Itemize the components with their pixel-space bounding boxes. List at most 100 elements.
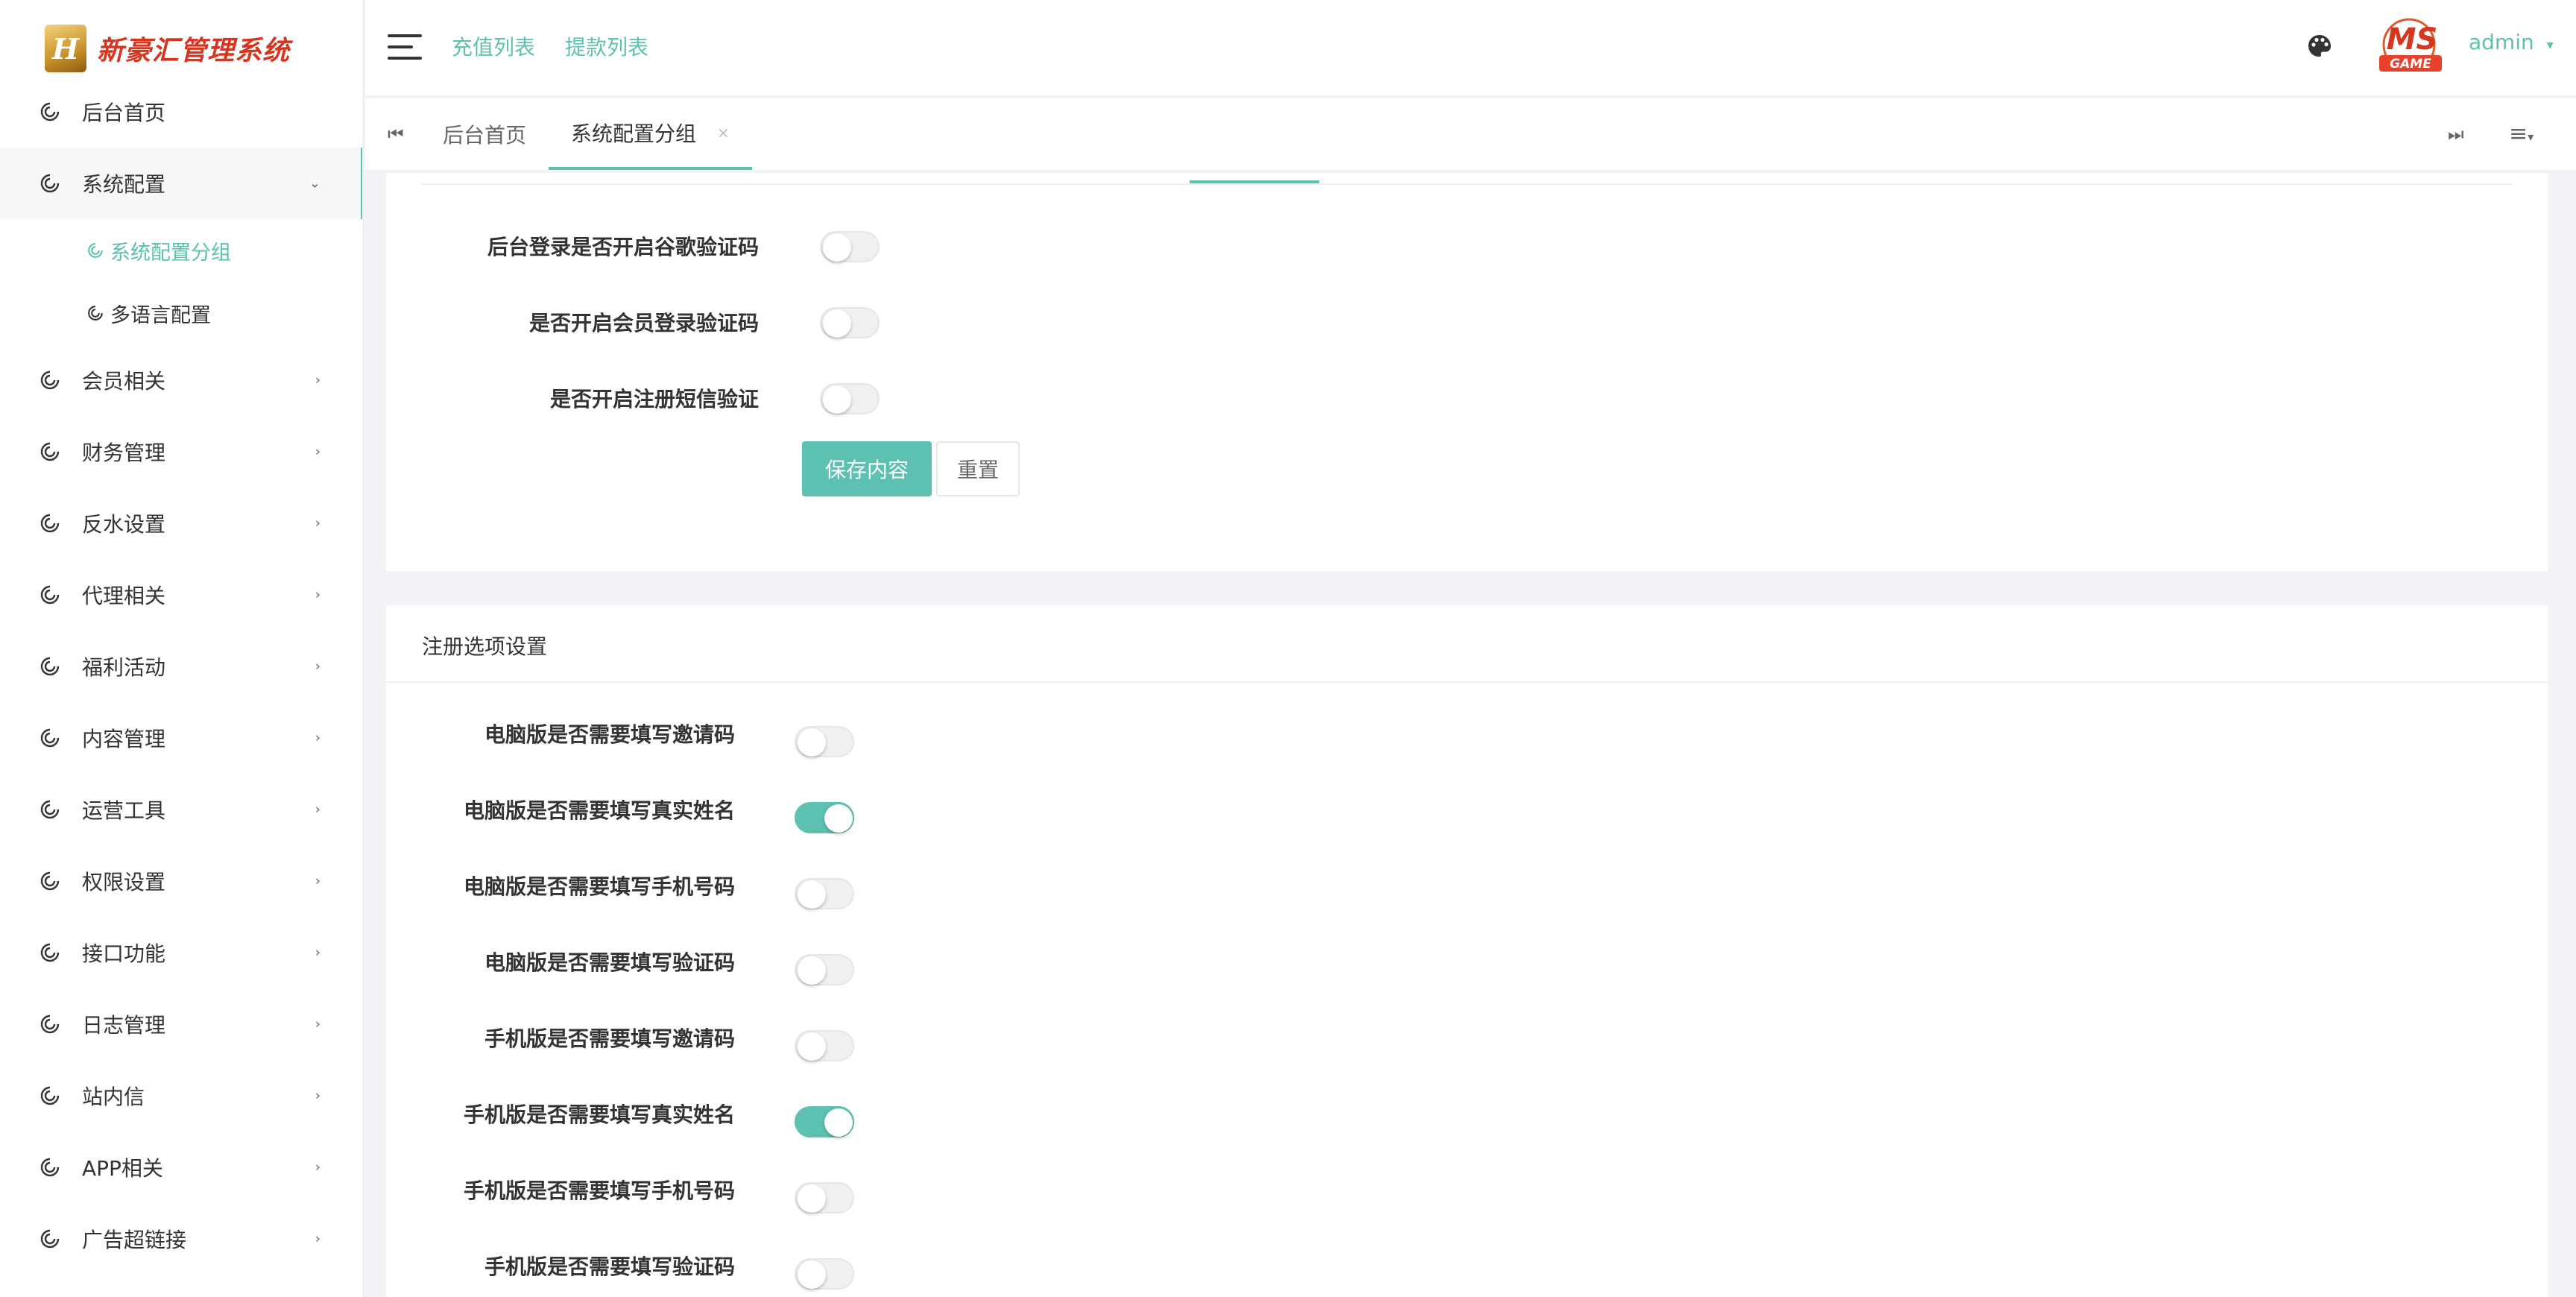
tab-home[interactable]: 后台首页 (443, 98, 526, 170)
active-subtab-indicator (1190, 180, 1319, 183)
sidebar-item-label: 福利活动 (82, 655, 166, 680)
form-row-mobile-invite: 手机版是否需要填写邀请码 (0, 1012, 735, 1057)
loading-circle-icon (40, 174, 60, 193)
form-row-mobile-captcha: 手机版是否需要填写验证码 (0, 1240, 735, 1285)
loading-circle-icon (40, 514, 60, 533)
toggle-knob (798, 1184, 826, 1213)
field-label: 电脑版是否需要填写验证码 (484, 950, 735, 975)
toggle-knob (823, 309, 851, 338)
sidebar-item-rebate[interactable]: 反水设置 › (0, 487, 362, 559)
field-label: 是否开启注册短信验证 (549, 387, 759, 411)
loading-circle-icon (40, 442, 60, 461)
chevron-down-icon: ⌄ (309, 175, 321, 192)
sidebar-item-promotions[interactable]: 福利活动 › (0, 631, 362, 702)
recharge-list-link[interactable]: 充值列表 (452, 31, 535, 61)
section-title: 注册选项设置 (422, 634, 548, 659)
form-row-mobile-realname: 手机版是否需要填写真实姓名 (0, 1088, 735, 1133)
pc-phone-toggle[interactable] (795, 878, 854, 909)
sms-verify-toggle[interactable] (820, 383, 880, 414)
google-auth-toggle[interactable] (820, 231, 880, 262)
chevron-right-icon: › (315, 444, 321, 460)
field-label: 手机版是否需要填写手机号码 (463, 1178, 735, 1203)
logo-mark-icon: H (45, 25, 86, 72)
sidebar-subitem-config-group[interactable]: 系统配置分组 (0, 219, 362, 282)
app-title: 新豪汇管理系统 (97, 36, 291, 66)
form-row-mobile-phone: 手机版是否需要填写手机号码 (0, 1164, 735, 1209)
form-row-pc-invite: 电脑版是否需要填写邀请码 (0, 708, 735, 753)
mobile-phone-toggle[interactable] (795, 1182, 854, 1214)
menu-toggle-icon[interactable] (388, 34, 422, 61)
app-logo[interactable]: H 新豪汇管理系统 (45, 19, 290, 78)
toggle-knob (798, 956, 826, 985)
sidebar-item-finance[interactable]: 财务管理 › (0, 416, 362, 487)
mobile-captcha-toggle[interactable] (795, 1258, 854, 1290)
field-label: 后台登录是否开启谷歌验证码 (487, 235, 759, 259)
mobile-realname-toggle[interactable] (795, 1106, 854, 1137)
sidebar-subitem-label: 系统配置分组 (110, 241, 231, 265)
field-label: 电脑版是否需要填写真实姓名 (463, 798, 735, 823)
sidebar-subitem-language[interactable]: 多语言配置 (0, 282, 362, 344)
chevron-right-icon: › (315, 515, 321, 531)
field-label: 是否开启会员登录验证码 (528, 311, 759, 335)
form-row-pc-realname: 电脑版是否需要填写真实姓名 (0, 784, 735, 829)
sidebar-item-label: 反水设置 (82, 512, 166, 537)
loading-circle-icon (40, 585, 60, 605)
username: admin (2469, 30, 2534, 54)
sidebar-item-label: 代理相关 (82, 584, 166, 608)
user-menu[interactable]: admin ▾ (2469, 30, 2554, 54)
form-row-pc-phone: 电脑版是否需要填写手机号码 (0, 860, 735, 905)
tab-scroll-left-icon[interactable]: ⏮ (388, 124, 404, 145)
form-row-google-auth: 后台登录是否开启谷歌验证码 (386, 221, 759, 265)
toggle-knob (824, 1108, 853, 1137)
chevron-right-icon: › (315, 658, 321, 675)
pc-captcha-toggle[interactable] (795, 954, 854, 985)
toggle-knob (824, 804, 853, 833)
toggle-knob (798, 880, 826, 909)
config-card-login: 后台登录是否开启谷歌验证码 是否开启会员登录验证码 是否开启注册短信验证 保存内… (386, 173, 2548, 571)
tab-label: 后台首页 (443, 123, 527, 148)
loading-circle-icon (40, 102, 60, 122)
svg-text:MS: MS (2387, 22, 2438, 57)
loading-circle-icon (40, 657, 60, 676)
pc-invite-toggle[interactable] (795, 726, 854, 757)
tab-options-icon[interactable]: ≡▾ (2509, 121, 2534, 147)
tab-scroll-right-icon[interactable]: ⏭ (2448, 124, 2464, 145)
sidebar-item-system-config[interactable]: 系统配置 ⌄ (0, 148, 362, 219)
divider (386, 681, 2548, 683)
sidebar-item-members[interactable]: 会员相关 › (0, 344, 362, 416)
tab-system-config-group[interactable]: 系统配置分组 × (549, 98, 752, 170)
toggle-knob (798, 728, 826, 757)
toggle-knob (798, 1032, 826, 1061)
loading-circle-icon (88, 306, 103, 321)
loading-circle-icon (88, 243, 103, 258)
loading-circle-icon (40, 370, 60, 390)
withdraw-list-link[interactable]: 提款列表 (565, 31, 648, 61)
tab-label: 系统配置分组 (571, 122, 697, 146)
form-row-member-captcha: 是否开启会员登录验证码 (386, 297, 759, 341)
tab-underline (422, 183, 2513, 185)
form-row-sms-verify: 是否开启注册短信验证 (386, 373, 759, 417)
mobile-invite-toggle[interactable] (795, 1030, 854, 1061)
top-header: 充值列表 提款列表 MS GAME admin ▾ (365, 0, 2576, 97)
header-links: 充值列表 提款列表 (452, 31, 648, 61)
caret-down-icon: ▾ (2546, 37, 2554, 53)
palette-icon[interactable] (2306, 33, 2333, 60)
tabs-bar: ⏮ 后台首页 系统配置分组 × ⏭ ≡▾ (365, 98, 2576, 171)
save-button[interactable]: 保存内容 (802, 441, 932, 496)
pc-realname-toggle[interactable] (795, 802, 854, 833)
sidebar-item-agent[interactable]: 代理相关 › (0, 559, 362, 631)
sidebar-item-label: 系统配置 (82, 172, 166, 197)
svg-text:GAME: GAME (2390, 57, 2431, 72)
field-label: 手机版是否需要填写邀请码 (484, 1026, 735, 1051)
field-label: 电脑版是否需要填写邀请码 (484, 722, 735, 747)
toggle-knob (823, 385, 851, 414)
sidebar-item-label: 会员相关 (82, 369, 166, 394)
sidebar-item-home[interactable]: 后台首页 (0, 76, 362, 148)
member-captcha-toggle[interactable] (820, 307, 880, 338)
toggle-knob (798, 1260, 826, 1289)
toggle-knob (823, 233, 851, 262)
close-icon[interactable]: × (717, 124, 730, 142)
ms-game-logo: MS GAME (2379, 18, 2442, 72)
chevron-right-icon: › (315, 372, 321, 388)
reset-button[interactable]: 重置 (936, 441, 1020, 496)
